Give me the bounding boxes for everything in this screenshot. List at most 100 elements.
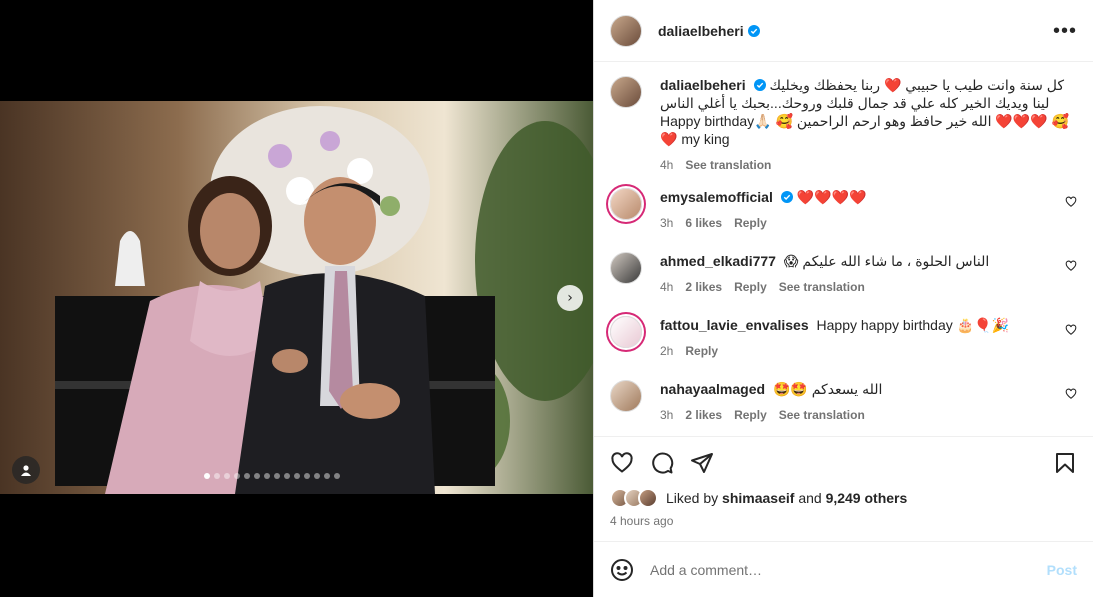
caption-line-1: كل سنة وانت طيب يا حبيبي ❤️ ربنا يحفظك و… [769, 77, 1065, 93]
comment-meta: 3h 2 likes Reply See translation [660, 406, 1077, 424]
carousel-dot [304, 473, 310, 479]
comment-like-icon[interactable] [1065, 324, 1077, 336]
comment-username[interactable]: ahmed_elkadi777 [660, 253, 776, 269]
comment-avatar[interactable] [610, 252, 642, 284]
comment-avatar[interactable] [610, 316, 642, 348]
comment-body: emysalemofficial ❤️❤️❤️❤️ 3h 6 likes Rep… [660, 188, 1077, 232]
comment-username[interactable]: emysalemofficial [660, 189, 773, 205]
comment-input[interactable] [650, 561, 1047, 578]
comment-meta: 3h 6 likes Reply [660, 214, 1077, 232]
likes-and: and [798, 490, 822, 506]
caption-body: daliaelbeheri كل سنة وانت طيب يا حبيبي ❤… [660, 76, 1077, 174]
user-tag-icon [21, 465, 31, 476]
author-avatar[interactable] [610, 14, 642, 47]
carousel-next-button[interactable]: › [557, 285, 583, 311]
comment-likes[interactable]: 6 likes [685, 214, 722, 232]
post-media: › [0, 0, 593, 597]
verified-icon [780, 191, 793, 203]
post-comment-button[interactable]: Post [1047, 562, 1077, 578]
verified-icon [753, 79, 766, 91]
comment-like-icon[interactable] [1065, 388, 1077, 400]
comment: emysalemofficial ❤️❤️❤️❤️ 3h 6 likes Rep… [610, 188, 1077, 232]
caption-meta: 4h See translation [660, 156, 1077, 174]
caption: daliaelbeheri كل سنة وانت طيب يا حبيبي ❤… [610, 76, 1077, 174]
comment-like-icon[interactable] [1065, 260, 1077, 272]
carousel-dot [214, 473, 220, 479]
carousel-dot [314, 473, 320, 479]
liker-username[interactable]: shimaaseif [722, 490, 794, 506]
carousel-dot [244, 473, 250, 479]
comment: fattou_lavie_envalises Happy happy birth… [610, 316, 1077, 360]
comment-time[interactable]: 3h [660, 406, 673, 424]
caption-line-4: ❤️ my king [660, 131, 730, 147]
more-icon: ••• [1052, 19, 1077, 42]
emoji-icon[interactable] [610, 558, 634, 582]
comment-text: الله يسعدكم 🤩🤩 [772, 381, 883, 397]
carousel-indicator [204, 473, 340, 479]
add-comment-bar: Post [594, 541, 1093, 597]
comment-body: ahmed_elkadi777 الناس الحلوة ، ما شاء ال… [660, 252, 1077, 296]
reply-button[interactable]: Reply [734, 278, 767, 296]
comment: nahayaalmaged الله يسعدكم 🤩🤩 3h 2 likes … [610, 380, 1077, 424]
post-actions [594, 436, 1093, 488]
comment-meta: 2h Reply [660, 342, 1077, 360]
carousel-dot [284, 473, 290, 479]
caption-line-3: Happy birthday🙏🏻 🥰 الله خير حافظ وهو ارح… [660, 113, 1069, 129]
verified-icon [747, 24, 760, 37]
caption-author[interactable]: daliaelbeheri [660, 77, 746, 93]
carousel-dot [224, 473, 230, 479]
comment-like-icon[interactable] [1065, 196, 1077, 208]
comment-time[interactable]: 3h [660, 214, 673, 232]
comment-username[interactable]: nahayaalmaged [660, 381, 765, 397]
post-modal: › daliaelbeheri ••• daliaelbeheri كل سنة… [0, 0, 1093, 597]
carousel-dot [274, 473, 280, 479]
comment-text: Happy happy birthday 🎂🎈🎉 [816, 317, 1009, 333]
see-translation-link[interactable]: See translation [685, 156, 771, 174]
comment-body: nahayaalmaged الله يسعدكم 🤩🤩 3h 2 likes … [660, 380, 1077, 424]
more-options-button[interactable]: ••• [1053, 21, 1077, 41]
tagged-users-button[interactable] [12, 456, 40, 484]
comment-avatar[interactable] [610, 380, 642, 412]
see-translation-link[interactable]: See translation [779, 278, 865, 296]
carousel-dot [254, 473, 260, 479]
carousel-dot [204, 473, 210, 479]
likes-prefix: Liked by [666, 490, 719, 506]
liker-avatar [638, 488, 658, 508]
post-side-panel: daliaelbeheri ••• daliaelbeheri كل سنة و… [593, 0, 1093, 597]
comment: ahmed_elkadi777 الناس الحلوة ، ما شاء ال… [610, 252, 1077, 296]
comment-body: fattou_lavie_envalises Happy happy birth… [660, 316, 1077, 360]
comment-time[interactable]: 4h [660, 278, 673, 296]
author-username[interactable]: daliaelbeheri [658, 23, 744, 39]
comment-time[interactable]: 2h [660, 342, 673, 360]
carousel-dot [294, 473, 300, 479]
likes-summary: Liked by shimaaseif and 9,249 others [610, 488, 1077, 508]
comment-username[interactable]: fattou_lavie_envalises [660, 317, 809, 333]
post-timestamp[interactable]: 4 hours ago [610, 514, 673, 528]
like-icon[interactable] [610, 451, 634, 475]
comment-likes[interactable]: 2 likes [685, 278, 722, 296]
chevron-right-icon: › [567, 290, 573, 306]
caption-author-avatar[interactable] [610, 76, 642, 108]
reply-button[interactable]: Reply [734, 406, 767, 424]
carousel-dot [334, 473, 340, 479]
post-header: daliaelbeheri ••• [594, 0, 1093, 62]
caption-time[interactable]: 4h [660, 156, 673, 174]
reply-button[interactable]: Reply [734, 214, 767, 232]
likes-others-link[interactable]: 9,249 others [826, 490, 908, 506]
comment-avatar[interactable] [610, 188, 642, 220]
reply-button[interactable]: Reply [685, 342, 718, 360]
post-photo[interactable] [0, 101, 593, 494]
likes-text: Liked by shimaaseif and 9,249 others [666, 490, 907, 506]
comment-text: ❤️❤️❤️❤️ [796, 189, 867, 205]
share-icon[interactable] [690, 451, 714, 475]
see-translation-link[interactable]: See translation [779, 406, 865, 424]
comment-icon[interactable] [650, 451, 674, 475]
carousel-dot [234, 473, 240, 479]
comments-list: daliaelbeheri كل سنة وانت طيب يا حبيبي ❤… [594, 62, 1093, 436]
carousel-dot [324, 473, 330, 479]
caption-line-2: لينا ويديك الخير كله علي قد جمال قلبك ور… [660, 95, 1050, 111]
save-icon[interactable] [1053, 451, 1077, 475]
comment-text: الناس الحلوة ، ما شاء الله عليكم 😱 [783, 253, 990, 269]
comment-meta: 4h 2 likes Reply See translation [660, 278, 1077, 296]
comment-likes[interactable]: 2 likes [685, 406, 722, 424]
